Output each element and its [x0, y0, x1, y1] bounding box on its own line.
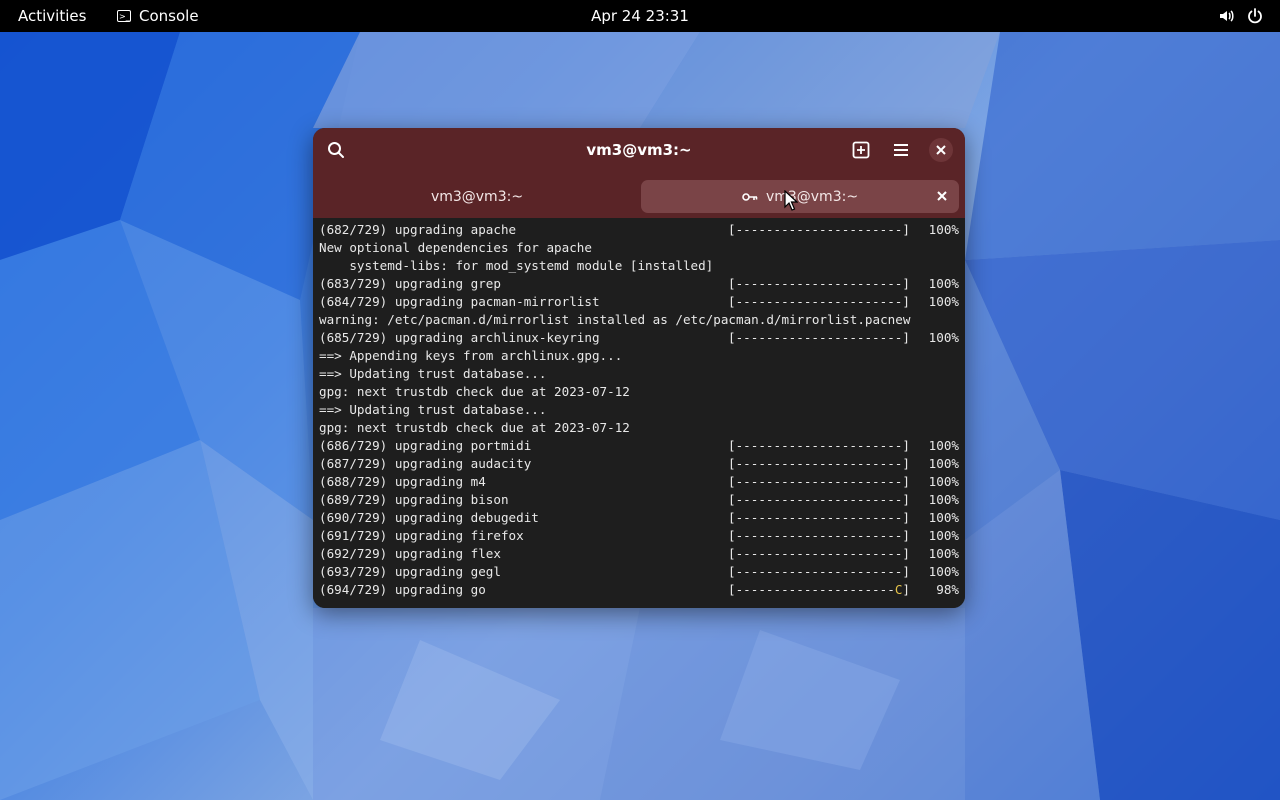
tab-label: vm3@vm3:~ — [430, 188, 524, 205]
progress-bar-text: [----------------------] — [728, 438, 910, 453]
terminal-line-text: (690/729) upgrading debugedit — [319, 510, 539, 525]
progress-percent: 100% — [928, 564, 959, 579]
terminal-line: gpg: next trustdb check due at 2023-07-1… — [319, 419, 959, 437]
terminal-line-text: New optional dependencies for apache — [319, 240, 592, 255]
terminal-line-text: (693/729) upgrading gegl — [319, 564, 501, 579]
activities-button[interactable]: Activities — [18, 7, 86, 25]
progress-percent: 100% — [928, 330, 959, 345]
terminal-line-text: (689/729) upgrading bison — [319, 492, 509, 507]
terminal-line: ==> Updating trust database... — [319, 365, 959, 383]
tab-close-button[interactable] — [935, 189, 949, 203]
terminal-line: (692/729) upgrading flex [---------------… — [319, 545, 959, 563]
power-icon[interactable] — [1246, 7, 1264, 25]
terminal-line-text: (687/729) upgrading audacity — [319, 456, 532, 471]
progress-percent: 100% — [928, 276, 959, 291]
terminal-line-text: ==> Updating trust database... — [319, 366, 547, 381]
console-app-icon: >_ — [117, 10, 131, 22]
app-menu-label: Console — [139, 7, 199, 25]
progress-bar-text: [----------------------] — [728, 492, 910, 507]
progress-bar-text: [---------------------C] — [728, 582, 910, 597]
terminal-line: (691/729) upgrading firefox [------------… — [319, 527, 959, 545]
progress-percent: 98% — [936, 582, 959, 597]
progress-percent: 100% — [928, 294, 959, 309]
volume-icon[interactable] — [1218, 7, 1236, 25]
progress-bar-text: [----------------------] — [728, 294, 910, 309]
tab-terminal-2[interactable]: vm3@vm3:~ — [641, 180, 959, 213]
terminal-line-text: gpg: next trustdb check due at 2023-07-1… — [319, 384, 630, 399]
progress-percent: 100% — [928, 456, 959, 471]
terminal-line: ==> Appending keys from archlinux.gpg... — [319, 347, 959, 365]
terminal-line-text: (684/729) upgrading pacman-mirrorlist — [319, 294, 600, 309]
terminal-line: (694/729) upgrading go [-----------------… — [319, 581, 959, 599]
terminal-line: (693/729) upgrading gegl [---------------… — [319, 563, 959, 581]
terminal-line-text: (682/729) upgrading apache — [319, 222, 517, 237]
terminal-line-text: ==> Appending keys from archlinux.gpg... — [319, 348, 623, 363]
progress-bar-text: [----------------------] — [728, 474, 910, 489]
terminal-line-text: warning: /etc/pacman.d/mirrorlist instal… — [319, 312, 911, 327]
terminal-line: (683/729) upgrading grep [---------------… — [319, 275, 959, 293]
tab-bar: vm3@vm3:~ vm3@vm3:~ — [313, 172, 965, 218]
progress-percent: 100% — [928, 438, 959, 453]
top-bar: Activities >_ Console Apr 24 23:31 — [0, 0, 1280, 32]
search-icon — [328, 142, 344, 158]
terminal-line-text: (683/729) upgrading grep — [319, 276, 501, 291]
progress-bar-text: [----------------------] — [728, 510, 910, 525]
progress-bar-text: [----------------------] — [728, 564, 910, 579]
terminal-line-text: (692/729) upgrading flex — [319, 546, 501, 561]
terminal-line: (688/729) upgrading m4 [-----------------… — [319, 473, 959, 491]
app-menu-button[interactable]: >_ Console — [117, 7, 199, 25]
terminal-line-text: (686/729) upgrading portmidi — [319, 438, 532, 453]
progress-bar-text: [----------------------] — [728, 546, 910, 561]
clock-button[interactable]: Apr 24 23:31 — [591, 7, 689, 25]
terminal-line-text: (685/729) upgrading archlinux-keyring — [319, 330, 600, 345]
terminal-line: (689/729) upgrading bison [--------------… — [319, 491, 959, 509]
progress-percent: 100% — [928, 546, 959, 561]
system-status-area[interactable] — [1218, 7, 1264, 25]
search-button[interactable] — [325, 139, 347, 161]
progress-percent: 100% — [928, 474, 959, 489]
terminal-line: (690/729) upgrading debugedit [----------… — [319, 509, 959, 527]
terminal-output[interactable]: (682/729) upgrading apache [-------------… — [313, 218, 965, 608]
terminal-line: (686/729) upgrading portmidi [-----------… — [319, 437, 959, 455]
terminal-line: systemd-libs: for mod_systemd module [in… — [319, 257, 959, 275]
terminal-line: warning: /etc/pacman.d/mirrorlist instal… — [319, 311, 959, 329]
terminal-line-text: ==> Updating trust database... — [319, 402, 547, 417]
terminal-line: New optional dependencies for apache — [319, 239, 959, 257]
new-tab-icon — [852, 141, 870, 159]
main-menu-button[interactable] — [890, 139, 912, 161]
progress-percent: 100% — [928, 510, 959, 525]
console-window: vm3@vm3:~ vm3@vm3:~ vm3@vm3:~ (682/729) … — [313, 128, 965, 608]
progress-percent: 100% — [928, 492, 959, 507]
terminal-line-text: systemd-libs: for mod_systemd module [in… — [319, 258, 714, 273]
close-icon — [936, 145, 946, 155]
terminal-line-text: (691/729) upgrading firefox — [319, 528, 524, 543]
progress-bar-text: [----------------------] — [728, 330, 910, 345]
terminal-line-text: (694/729) upgrading go — [319, 582, 486, 597]
hamburger-menu-icon — [894, 144, 908, 156]
close-icon — [937, 191, 947, 201]
terminal-line-text: (688/729) upgrading m4 — [319, 474, 486, 489]
progress-percent: 100% — [928, 528, 959, 543]
window-close-button[interactable] — [929, 138, 953, 162]
progress-bar-text: [----------------------] — [728, 528, 910, 543]
new-tab-button[interactable] — [850, 139, 872, 161]
tab-label: vm3@vm3:~ — [765, 188, 859, 205]
progress-bar-text: [----------------------] — [728, 222, 910, 237]
mouse-pointer-icon — [784, 190, 798, 211]
terminal-line-text: gpg: next trustdb check due at 2023-07-1… — [319, 420, 630, 435]
terminal-line: (684/729) upgrading pacman-mirrorlist [--… — [319, 293, 959, 311]
terminal-line: (687/729) upgrading audacity [-----------… — [319, 455, 959, 473]
progress-bar-text: [----------------------] — [728, 456, 910, 471]
progress-percent: 100% — [928, 222, 959, 237]
tab-terminal-1[interactable]: vm3@vm3:~ — [319, 180, 635, 213]
header-bar: vm3@vm3:~ — [313, 128, 965, 172]
key-icon — [742, 191, 758, 203]
terminal-line: gpg: next trustdb check due at 2023-07-1… — [319, 383, 959, 401]
progress-bar-text: [----------------------] — [728, 276, 910, 291]
terminal-line: ==> Updating trust database... — [319, 401, 959, 419]
terminal-line: (682/729) upgrading apache [-------------… — [319, 221, 959, 239]
terminal-line: (685/729) upgrading archlinux-keyring [--… — [319, 329, 959, 347]
